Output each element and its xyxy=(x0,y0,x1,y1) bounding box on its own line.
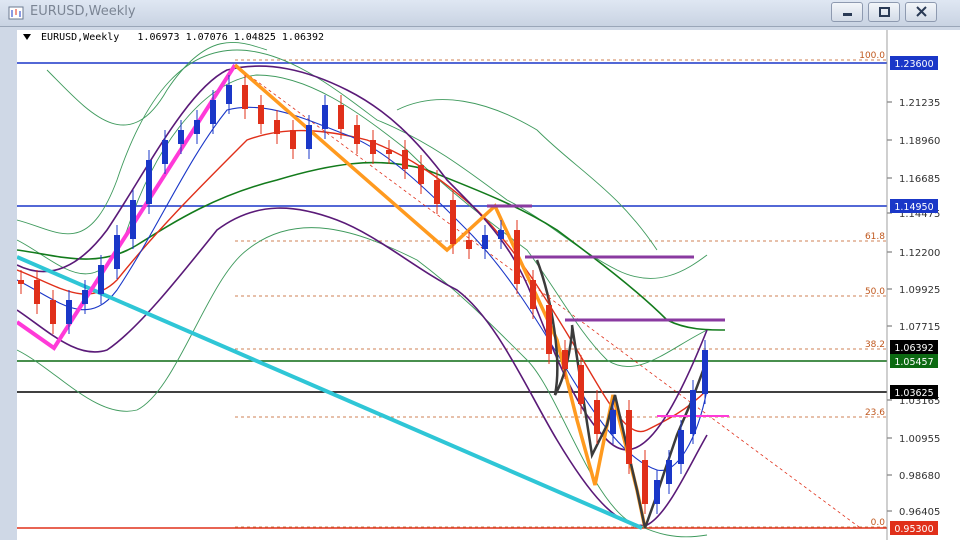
candle xyxy=(130,190,136,249)
chart-header: EURUSD,Weekly 1.06973 1.07076 1.04825 1.… xyxy=(23,32,324,43)
fib-level-label: 38.2 xyxy=(865,340,885,350)
price-axis-tick: 1.21235 xyxy=(899,98,940,109)
price-axis-tick: 1.07715 xyxy=(899,322,940,333)
price-tag: 0.95300 xyxy=(890,521,938,535)
candle xyxy=(258,95,264,134)
price-tag: 1.06392 xyxy=(890,340,938,354)
candlestick-series xyxy=(18,75,708,514)
candle xyxy=(194,110,200,144)
candle xyxy=(642,450,648,514)
price-axis-tick: 1.18960 xyxy=(899,136,940,147)
candle xyxy=(34,270,40,314)
price-axis-tick: 1.09925 xyxy=(899,285,940,296)
price-axis-tick: 0.98680 xyxy=(899,471,940,482)
window-title: EURUSD,Weekly xyxy=(30,4,136,19)
candle xyxy=(354,115,360,154)
price-tag: 1.14950 xyxy=(890,199,938,213)
chart-canvas[interactable]: 1.21235 1.18960 1.16685 1.14475 1.12200 1.099… xyxy=(17,30,960,540)
candle xyxy=(594,390,600,444)
price-axis-tick: 1.00955 xyxy=(899,434,940,445)
candle xyxy=(114,225,120,279)
chart-ohlc: 1.06973 1.07076 1.04825 1.06392 xyxy=(137,32,325,43)
price-tag-label: 1.03625 xyxy=(894,388,933,399)
price-axis-tick: 1.12200 xyxy=(899,248,940,259)
orange-zigzag[interactable] xyxy=(233,63,647,529)
fib-level-label: 100.0 xyxy=(859,51,885,61)
candle xyxy=(290,120,296,159)
price-chart[interactable]: 1.212351.189601.166851.144751.122001.099… xyxy=(17,30,960,540)
price-tag: 1.03625 xyxy=(890,385,938,399)
candle xyxy=(666,450,672,494)
price-axis: 1.212351.189601.166851.144751.122001.099… xyxy=(886,30,940,540)
candle xyxy=(50,290,56,334)
price-path xyxy=(535,259,709,529)
candle xyxy=(18,270,24,294)
minimize-icon xyxy=(843,13,852,16)
fib-level-label: 23.6 xyxy=(865,408,885,418)
candle xyxy=(626,400,632,474)
candle xyxy=(274,110,280,144)
candle xyxy=(654,470,660,514)
price-tag: 1.05457 xyxy=(890,354,938,368)
moving-average-short xyxy=(17,106,708,471)
candle xyxy=(162,130,168,174)
price-axis-tick: 0.96405 xyxy=(899,507,940,518)
title-bar[interactable]: EURUSD,Weekly xyxy=(0,0,960,27)
candle xyxy=(482,225,488,259)
bollinger-bands xyxy=(17,42,708,538)
fib-level-label: 0.0 xyxy=(871,518,886,528)
chart-symbol: EURUSD,Weekly xyxy=(41,32,120,43)
fib-labels: 100.0 61.8 50.0 38.2 23.6 0.0 xyxy=(859,51,885,528)
candle xyxy=(98,255,104,304)
price-tag-label: 1.14950 xyxy=(894,202,933,213)
fib-level-label: 61.8 xyxy=(865,232,885,242)
price-tag-label: 1.06392 xyxy=(894,343,933,354)
price-axis-tick: 1.16685 xyxy=(899,174,940,185)
close-icon xyxy=(916,6,927,17)
chart-window: EURUSD,Weekly 1.21235 1.18960 1.16685 1.… xyxy=(0,0,960,540)
candle xyxy=(242,75,248,119)
restore-icon xyxy=(879,7,890,17)
chart-window-icon xyxy=(8,6,24,20)
price-tag-label: 1.05457 xyxy=(894,357,933,368)
candle xyxy=(546,295,552,364)
candle xyxy=(370,130,376,164)
close-button[interactable] xyxy=(905,2,937,22)
candle xyxy=(514,220,520,294)
fib-level-label: 50.0 xyxy=(865,287,885,297)
restore-button[interactable] xyxy=(868,2,900,22)
price-tag-label: 0.95300 xyxy=(894,524,933,535)
price-tag: 1.23600 xyxy=(890,56,938,70)
minimize-button[interactable] xyxy=(831,2,863,22)
price-tag-label: 1.23600 xyxy=(894,59,933,70)
chart-menu-arrow-icon[interactable] xyxy=(23,34,31,40)
